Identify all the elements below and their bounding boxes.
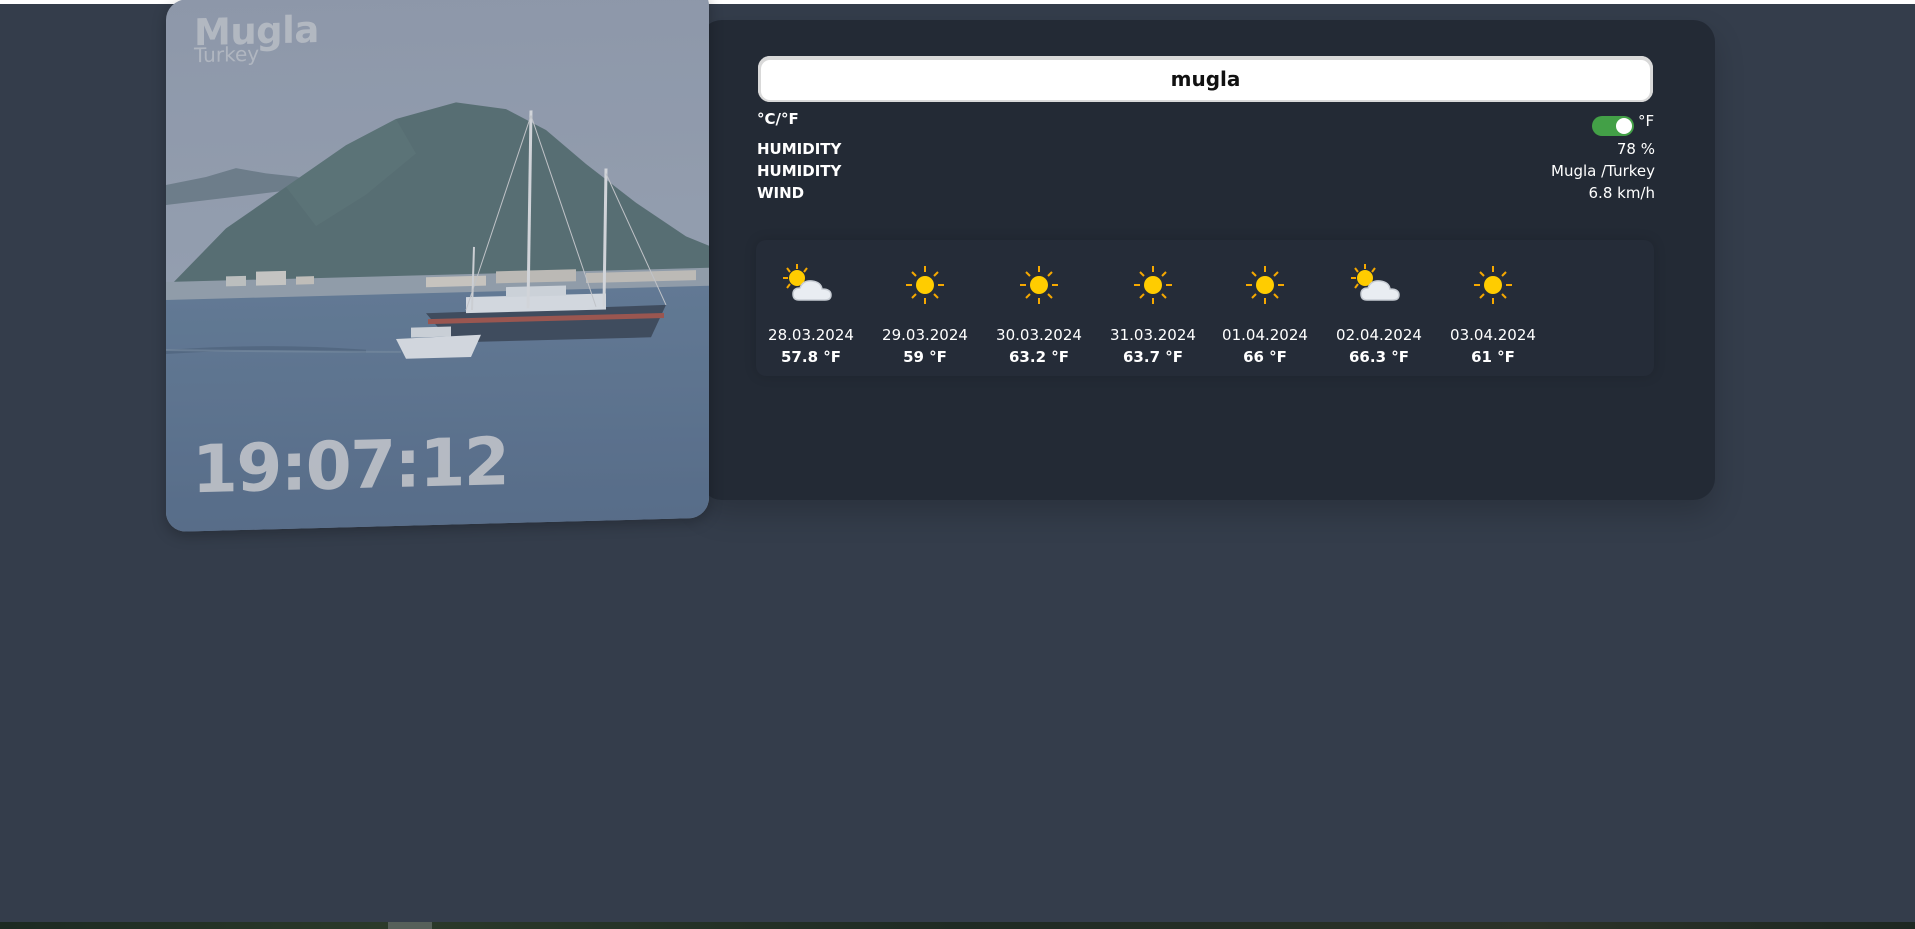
forecast-date: 30.03.2024: [996, 326, 1082, 344]
forecast-temp: 57.8 °F: [781, 348, 841, 366]
forecast-day: 03.04.2024 61 °F: [1438, 240, 1548, 376]
sun-icon: [1020, 266, 1058, 304]
city-search-input[interactable]: [758, 56, 1653, 102]
taskbar-item[interactable]: [388, 922, 432, 929]
local-time-clock: 19:07:12: [192, 423, 509, 509]
forecast-temp: 61 °F: [1471, 348, 1515, 366]
sun-icon: [1246, 266, 1284, 304]
forecast-temp: 66 °F: [1243, 348, 1287, 366]
forecast-panel: 28.03.2024 57.8 °F 29.03.2024 59 °F 30.0…: [756, 240, 1654, 376]
wind-value: 6.8 km/h: [1588, 184, 1655, 202]
forecast-temp: 63.7 °F: [1123, 348, 1183, 366]
forecast-temp: 66.3 °F: [1349, 348, 1409, 366]
forecast-date: 29.03.2024: [882, 326, 968, 344]
wind-label: WIND: [757, 184, 805, 202]
sun-icon: [1474, 266, 1512, 304]
forecast-date: 03.04.2024: [1450, 326, 1536, 344]
forecast-date: 01.04.2024: [1222, 326, 1308, 344]
forecast-date: 28.03.2024: [768, 326, 854, 344]
forecast-date: 02.04.2024: [1336, 326, 1422, 344]
city-photo-card: Mugla Turkey 19:07:12: [166, 0, 709, 532]
forecast-date: 31.03.2024: [1110, 326, 1196, 344]
partly-cloudy-icon: [1351, 264, 1400, 301]
forecast-day: 31.03.2024 63.7 °F: [1098, 240, 1208, 376]
forecast-day: 02.04.2024 66.3 °F: [1324, 240, 1434, 376]
location-value: Mugla /Turkey: [1551, 162, 1655, 180]
sun-icon: [1134, 266, 1172, 304]
sun-icon: [906, 266, 944, 304]
toggle-knob: [1616, 118, 1632, 134]
location-label: HUMIDITY: [757, 162, 842, 180]
country-name: Turkey: [194, 41, 260, 68]
bottom-taskbar-strip: [0, 922, 1915, 929]
active-unit-label: °F: [1638, 112, 1655, 130]
partly-cloudy-icon: [783, 264, 832, 301]
unit-toggle-label: °C/°F: [757, 110, 799, 128]
unit-toggle-switch[interactable]: [1592, 116, 1634, 136]
forecast-day: 28.03.2024 57.8 °F: [756, 240, 866, 376]
forecast-temp: 59 °F: [903, 348, 947, 366]
forecast-day: 01.04.2024 66 °F: [1210, 240, 1320, 376]
forecast-day: 30.03.2024 63.2 °F: [984, 240, 1094, 376]
humidity-label: HUMIDITY: [757, 140, 842, 158]
forecast-day: 29.03.2024 59 °F: [870, 240, 980, 376]
forecast-temp: 63.2 °F: [1009, 348, 1069, 366]
humidity-value: 78 %: [1616, 140, 1655, 158]
